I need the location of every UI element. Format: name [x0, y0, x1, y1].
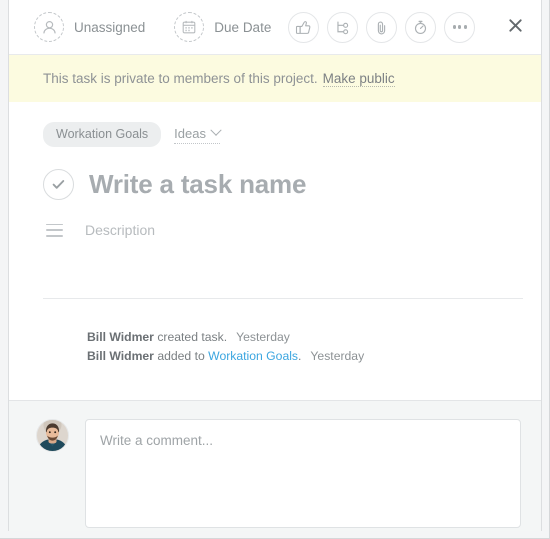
task-detail-pane: Unassigned Due Date This task is private…: [8, 0, 542, 531]
project-pill[interactable]: Workation Goals: [43, 122, 162, 147]
description-placeholder: Description: [85, 222, 156, 238]
privacy-banner: This task is private to members of this …: [9, 55, 541, 102]
task-title[interactable]: Write a task name: [89, 169, 306, 200]
check-icon: [52, 180, 65, 189]
activity-timestamp: Yesterday: [310, 348, 365, 363]
activity-item: Bill Widmer created task. Yesterday: [87, 328, 364, 347]
activity-feed: Bill Widmer created task. Yesterday Bill …: [87, 328, 364, 365]
activity-actor: Bill Widmer: [87, 330, 154, 344]
task-body: Workation Goals Ideas Write a task name: [9, 102, 541, 399]
assignee-button[interactable]: Unassigned: [34, 12, 145, 42]
close-icon: [508, 18, 522, 32]
subtask-button[interactable]: [327, 11, 359, 43]
activity-text-suffix: .: [298, 348, 302, 363]
section-divider: [43, 298, 523, 299]
person-icon: [34, 12, 64, 42]
activity-timestamp: Yesterday: [236, 330, 290, 344]
task-description-row[interactable]: Description: [43, 222, 507, 238]
activity-text: created task.: [153, 330, 228, 344]
activity-text: added to: [153, 348, 209, 363]
calendar-icon: [174, 12, 205, 42]
task-toolbar: Unassigned Due Date: [9, 0, 541, 55]
complete-task-button[interactable]: [43, 169, 74, 200]
attachment-button[interactable]: [366, 11, 398, 43]
ellipsis-icon: [452, 25, 468, 29]
section-label: Ideas: [174, 125, 206, 141]
toolbar-left-group: Unassigned Due Date: [9, 11, 476, 43]
toolbar-action-group: [288, 11, 476, 43]
activity-project-link[interactable]: Workation Goals: [208, 349, 298, 363]
activity-item: Bill Widmer added to Workation Goals. Yes…: [87, 347, 364, 366]
timer-button[interactable]: [405, 11, 437, 43]
avatar[interactable]: [36, 419, 69, 452]
more-button[interactable]: [444, 11, 476, 43]
app-frame: Unassigned Due Date This task is private…: [0, 0, 550, 539]
activity-actor: Bill Widmer: [87, 348, 154, 363]
task-title-row: Write a task name: [43, 169, 507, 200]
breadcrumb: Workation Goals Ideas: [43, 102, 507, 147]
chevron-down-icon: [210, 124, 222, 136]
comment-composer: Write a comment...: [9, 400, 541, 531]
list-lines-icon: [46, 223, 63, 237]
section-selector[interactable]: Ideas: [174, 124, 222, 144]
privacy-banner-message: This task is private to members of this …: [43, 71, 318, 86]
due-date-label: Due Date: [214, 19, 272, 35]
assignee-label: Unassigned: [74, 19, 146, 35]
comment-input[interactable]: Write a comment...: [85, 419, 521, 528]
make-public-link[interactable]: Make public: [322, 71, 395, 87]
due-date-button[interactable]: Due Date: [174, 12, 271, 42]
like-button[interactable]: [288, 11, 320, 43]
close-button[interactable]: [502, 12, 528, 38]
